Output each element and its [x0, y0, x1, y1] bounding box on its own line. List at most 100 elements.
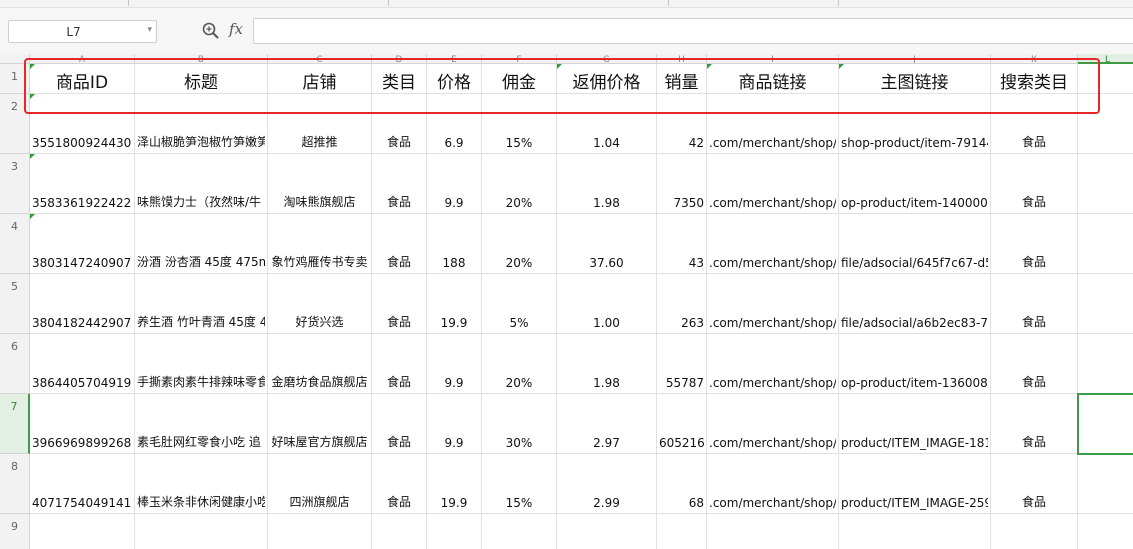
- header-cell[interactable]: 佣金: [482, 64, 557, 94]
- table-cell[interactable]: 淘味熊旗舰店: [268, 154, 372, 214]
- table-cell[interactable]: 9.9: [427, 394, 482, 454]
- chevron-down-icon[interactable]: ▾: [147, 25, 152, 35]
- row-header-3[interactable]: 3: [0, 154, 30, 214]
- table-cell[interactable]: 30%: [482, 394, 557, 454]
- table-cell[interactable]: 4071754049141: [30, 454, 135, 514]
- column-header-h[interactable]: H: [657, 54, 707, 64]
- header-cell[interactable]: 类目: [372, 64, 427, 94]
- row-header-1[interactable]: 1: [0, 64, 30, 94]
- table-cell[interactable]: 超推推: [268, 94, 372, 154]
- table-cell[interactable]: 食品: [991, 394, 1078, 454]
- table-cell[interactable]: .com/merchant/shop/d: [707, 214, 839, 274]
- column-header-f[interactable]: F: [482, 54, 557, 64]
- table-cell[interactable]: [991, 514, 1078, 549]
- header-cell[interactable]: 主图链接: [839, 64, 991, 94]
- table-cell[interactable]: [1078, 394, 1133, 454]
- table-cell[interactable]: [372, 514, 427, 549]
- table-cell[interactable]: [1078, 454, 1133, 514]
- column-header-e[interactable]: E: [427, 54, 482, 64]
- table-cell[interactable]: 棒玉米条非休闲健康小吃: [135, 454, 268, 514]
- table-cell[interactable]: 食品: [372, 154, 427, 214]
- header-cell[interactable]: 价格: [427, 64, 482, 94]
- table-cell[interactable]: 9.9: [427, 154, 482, 214]
- table-cell[interactable]: 1.04: [557, 94, 657, 154]
- column-header-k[interactable]: K: [991, 54, 1078, 64]
- table-cell[interactable]: 养生酒 竹叶青酒 45度 4: [135, 274, 268, 334]
- table-cell[interactable]: 食品: [372, 94, 427, 154]
- table-cell[interactable]: product/ITEM_IMAGE-181: [839, 394, 991, 454]
- table-cell[interactable]: 素毛肚网红零食小吃 追: [135, 394, 268, 454]
- row-header-2[interactable]: 2: [0, 94, 30, 154]
- table-cell[interactable]: 3864405704919: [30, 334, 135, 394]
- table-cell[interactable]: 3804182442907: [30, 274, 135, 334]
- table-cell[interactable]: 1.00: [557, 274, 657, 334]
- table-cell[interactable]: 15%: [482, 94, 557, 154]
- table-cell[interactable]: [268, 514, 372, 549]
- table-cell[interactable]: 20%: [482, 154, 557, 214]
- table-cell[interactable]: 好味屋官方旗舰店: [268, 394, 372, 454]
- fx-icon[interactable]: fx: [229, 20, 243, 38]
- table-cell[interactable]: 手撕素肉素牛排辣味零食: [135, 334, 268, 394]
- table-cell[interactable]: 42: [657, 94, 707, 154]
- table-cell[interactable]: [427, 514, 482, 549]
- table-cell[interactable]: .com/merchant/shop/d: [707, 274, 839, 334]
- header-cell[interactable]: [1078, 64, 1133, 94]
- column-header-j[interactable]: J: [839, 54, 991, 64]
- row-header-4[interactable]: 4: [0, 214, 30, 274]
- table-cell[interactable]: 食品: [991, 454, 1078, 514]
- table-cell[interactable]: shop-product/item-791446: [839, 94, 991, 154]
- table-cell[interactable]: [707, 514, 839, 549]
- table-cell[interactable]: 食品: [372, 394, 427, 454]
- table-cell[interactable]: file/adsocial/a6b2ec83-7f4: [839, 274, 991, 334]
- table-cell[interactable]: 食品: [372, 274, 427, 334]
- table-cell[interactable]: 19.9: [427, 274, 482, 334]
- table-cell[interactable]: 68: [657, 454, 707, 514]
- formula-input[interactable]: [253, 18, 1133, 44]
- name-box[interactable]: L7 ▾: [8, 20, 157, 43]
- header-cell[interactable]: 商品ID: [30, 64, 135, 94]
- table-cell[interactable]: 象竹鸡雁传书专卖: [268, 214, 372, 274]
- column-header-c[interactable]: C: [268, 54, 372, 64]
- table-cell[interactable]: op-product/item-13600839: [839, 334, 991, 394]
- table-cell[interactable]: 金磨坊食品旗舰店: [268, 334, 372, 394]
- table-cell[interactable]: 四洲旗舰店: [268, 454, 372, 514]
- table-cell[interactable]: [1078, 94, 1133, 154]
- table-cell[interactable]: 食品: [991, 214, 1078, 274]
- table-cell[interactable]: .com/merchant/shop/d: [707, 154, 839, 214]
- table-cell[interactable]: .com/merchant/shop/d: [707, 454, 839, 514]
- row-header-7[interactable]: 7: [0, 394, 30, 454]
- table-cell[interactable]: .com/merchant/shop/d: [707, 334, 839, 394]
- column-header-g[interactable]: G: [557, 54, 657, 64]
- table-cell[interactable]: 9.9: [427, 334, 482, 394]
- header-cell[interactable]: 搜索类目: [991, 64, 1078, 94]
- table-cell[interactable]: 605216: [657, 394, 707, 454]
- table-cell[interactable]: [657, 514, 707, 549]
- table-cell[interactable]: [135, 514, 268, 549]
- table-cell[interactable]: 食品: [991, 274, 1078, 334]
- table-cell[interactable]: [1078, 274, 1133, 334]
- table-cell[interactable]: 188: [427, 214, 482, 274]
- table-cell[interactable]: [1078, 214, 1133, 274]
- table-cell[interactable]: 1.98: [557, 334, 657, 394]
- table-cell[interactable]: 19.9: [427, 454, 482, 514]
- select-all-corner[interactable]: [0, 54, 30, 64]
- column-header-d[interactable]: D: [372, 54, 427, 64]
- table-cell[interactable]: [30, 514, 135, 549]
- row-header-6[interactable]: 6: [0, 334, 30, 394]
- table-cell[interactable]: 食品: [991, 334, 1078, 394]
- table-cell[interactable]: 3583361922422: [30, 154, 135, 214]
- table-cell[interactable]: 3803147240907: [30, 214, 135, 274]
- table-cell[interactable]: 15%: [482, 454, 557, 514]
- row-header-5[interactable]: 5: [0, 274, 30, 334]
- table-cell[interactable]: 食品: [372, 334, 427, 394]
- table-cell[interactable]: [1078, 514, 1133, 549]
- table-cell[interactable]: 2.97: [557, 394, 657, 454]
- column-header-b[interactable]: B: [135, 54, 268, 64]
- table-cell[interactable]: 食品: [991, 94, 1078, 154]
- table-cell[interactable]: 7350: [657, 154, 707, 214]
- header-cell[interactable]: 销量: [657, 64, 707, 94]
- table-cell[interactable]: 好货兴选: [268, 274, 372, 334]
- table-cell[interactable]: 3966969899268: [30, 394, 135, 454]
- table-cell[interactable]: .com/merchant/shop/d: [707, 394, 839, 454]
- header-cell[interactable]: 标题: [135, 64, 268, 94]
